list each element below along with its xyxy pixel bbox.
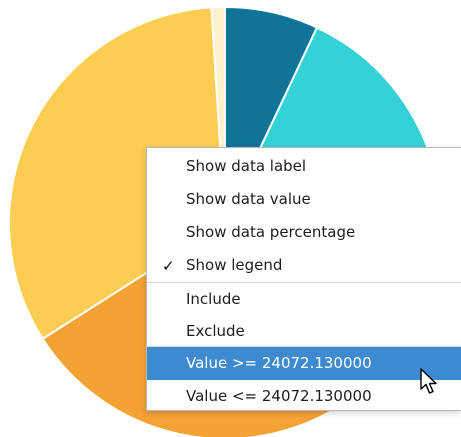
menu-item-label: Show data label — [186, 157, 307, 175]
menu-item-value-greater-equal[interactable]: Value >= 24072.130000 — [147, 347, 461, 380]
menu-item-label: Show legend — [186, 256, 283, 274]
context-menu: Show data label Show data value Show dat… — [146, 147, 461, 411]
menu-item-show-data-percentage[interactable]: Show data percentage — [147, 216, 461, 249]
menu-item-label: Show data value — [186, 190, 311, 208]
menu-item-show-data-value[interactable]: Show data value — [147, 183, 461, 216]
menu-item-include[interactable]: Include — [147, 283, 461, 316]
menu-item-label: Value <= 24072.130000 — [186, 387, 372, 405]
check-icon: ✓ — [162, 257, 175, 275]
menu-item-show-legend[interactable]: ✓ Show legend — [147, 249, 461, 282]
menu-item-show-data-label[interactable]: Show data label — [147, 150, 461, 183]
mouse-cursor-icon — [420, 368, 437, 394]
menu-item-label: Show data percentage — [186, 223, 356, 241]
menu-item-label: Exclude — [186, 322, 245, 340]
menu-item-exclude[interactable]: Exclude — [147, 315, 461, 348]
menu-item-label: Include — [186, 290, 241, 308]
menu-item-label: Value >= 24072.130000 — [186, 354, 372, 372]
menu-item-value-less-equal[interactable]: Value <= 24072.130000 — [147, 380, 461, 413]
